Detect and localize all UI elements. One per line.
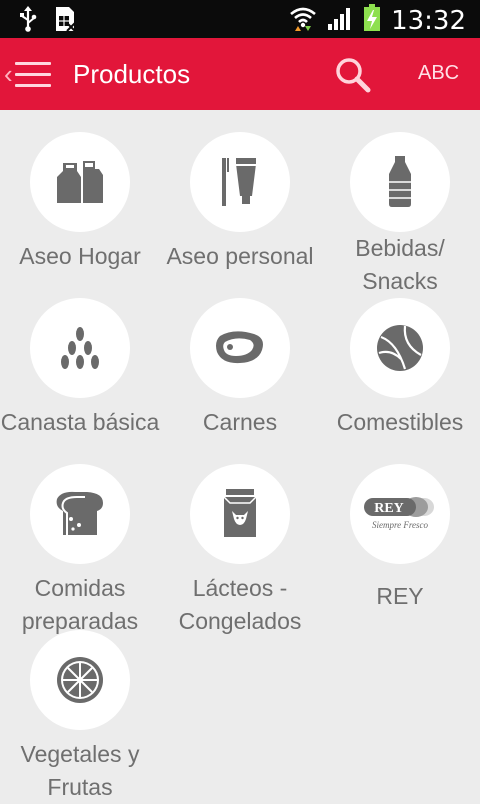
- category-label: Comestibles: [336, 409, 464, 435]
- category-icon-circle: [190, 298, 290, 398]
- category-label: Canasta básica: [0, 409, 160, 435]
- category-label: Aseo personal: [166, 243, 314, 269]
- milk-carton-icon: [223, 489, 257, 537]
- cleaning-bottles-icon: [57, 161, 103, 203]
- category-bebidas-snacks[interactable]: Bebidas/ Snacks: [320, 132, 480, 298]
- category-icon-circle: [30, 464, 130, 564]
- bread-icon: [56, 491, 103, 535]
- rey-logo: REY Siempre Fresco: [364, 497, 434, 530]
- category-icon-circle: [350, 298, 450, 398]
- citrus-slice-icon: [57, 657, 103, 703]
- category-aseo-personal[interactable]: Aseo personal: [160, 132, 320, 273]
- category-comidas-preparadas[interactable]: Comidas preparadas: [0, 464, 160, 638]
- signal-icon: [327, 5, 353, 36]
- toothbrush-toothpaste-icon: [222, 158, 256, 206]
- category-label: Aseo Hogar: [19, 243, 141, 269]
- category-carnes[interactable]: Carnes: [160, 298, 320, 439]
- battery-charging-icon: [363, 4, 381, 37]
- category-label: REY: [376, 583, 424, 609]
- grains-icon: [61, 327, 99, 369]
- search-button[interactable]: [334, 56, 372, 94]
- category-icon-circle: REY Siempre Fresco: [350, 464, 450, 564]
- page-title: Productos: [73, 59, 191, 89]
- category-label: Carnes: [202, 409, 278, 435]
- back-chevron-icon: ‹: [4, 59, 13, 89]
- rey-logo-tagline: Siempre Fresco: [372, 520, 429, 530]
- search-icon: [336, 58, 371, 93]
- sim-card-icon: [54, 6, 76, 37]
- category-comestibles[interactable]: Comestibles: [320, 298, 480, 439]
- category-icon-circle: [30, 630, 130, 730]
- category-icon-circle: [190, 464, 290, 564]
- nav-drawer-button[interactable]: ‹: [4, 52, 51, 96]
- abc-sort-button[interactable]: ABC: [418, 62, 459, 85]
- rey-logo-text: REY: [374, 501, 404, 516]
- category-lacteos-congelados[interactable]: Lácteos - Congelados: [160, 464, 320, 638]
- category-vegetales-frutas[interactable]: Vegetales y Frutas: [0, 630, 160, 804]
- category-canasta-basica[interactable]: Canasta básica: [0, 298, 160, 439]
- steak-icon: [216, 331, 263, 364]
- category-label: Lácteos - Congelados: [178, 575, 302, 634]
- status-time: 13:32: [391, 5, 466, 36]
- category-label: Bebidas/ Snacks: [355, 235, 445, 294]
- category-icon-circle: [350, 132, 450, 232]
- category-icon-circle: [30, 298, 130, 398]
- category-rey[interactable]: REY Siempre Fresco REY: [320, 464, 480, 613]
- category-grid: Aseo Hogar Aseo personal Bebidas/ Snacks: [0, 110, 480, 800]
- category-aseo-hogar[interactable]: Aseo Hogar: [0, 132, 160, 273]
- food-ball-icon: [377, 325, 423, 371]
- app-bar: ‹ Productos ABC: [0, 38, 480, 110]
- status-bar: 13:32: [0, 0, 480, 38]
- usb-icon: [18, 6, 38, 37]
- wifi-icon: [289, 5, 317, 36]
- category-label: Comidas preparadas: [21, 575, 139, 634]
- hamburger-menu-icon: [14, 58, 51, 90]
- category-icon-circle: [30, 132, 130, 232]
- category-icon-circle: [190, 132, 290, 232]
- water-bottle-icon: [389, 156, 411, 207]
- category-label: Vegetales y Frutas: [20, 741, 140, 800]
